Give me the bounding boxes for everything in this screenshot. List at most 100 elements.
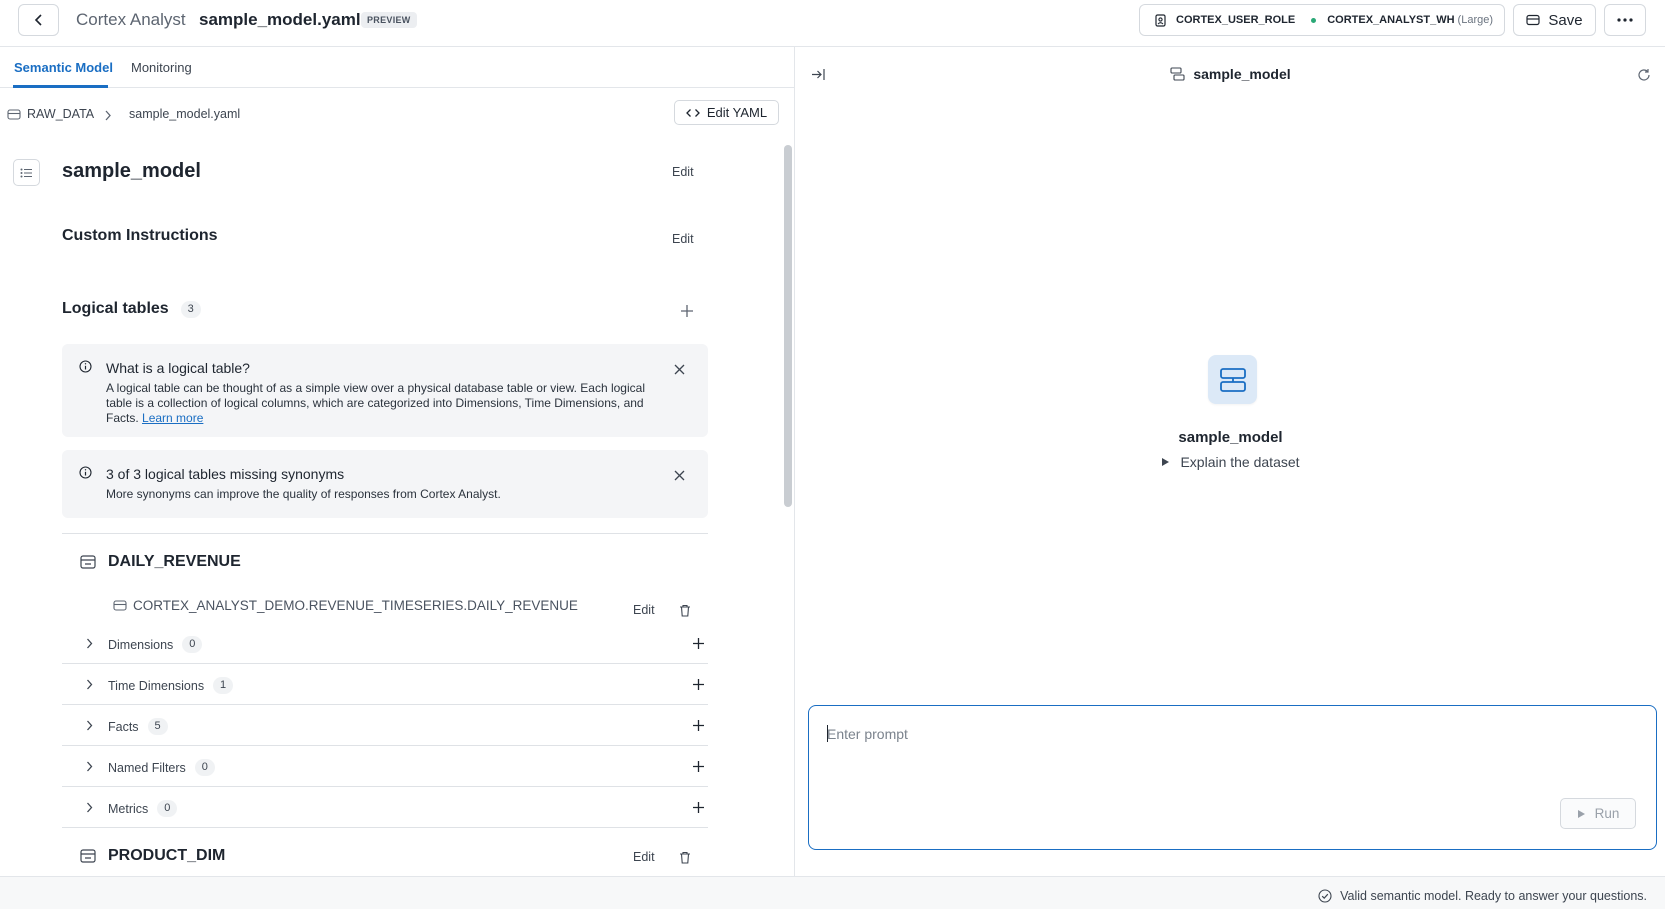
role-warehouse-selector[interactable]: CORTEX_USER_ROLE CORTEX_ANALYST_WH (Larg…	[1139, 4, 1505, 36]
warehouse-size: (Large)	[1457, 14, 1494, 26]
semantic-model-icon	[1170, 67, 1185, 81]
group-named-filters[interactable]: Named Filters 0	[62, 746, 708, 787]
add-logical-table-icon[interactable]	[680, 304, 694, 318]
breadcrumb-file-label: sample_model.yaml	[129, 107, 241, 121]
custom-instructions-title: Custom Instructions	[62, 227, 218, 244]
divider	[62, 533, 708, 534]
edit-daily-revenue-button[interactable]: Edit	[633, 603, 655, 617]
text-caret	[827, 725, 828, 742]
info-icon	[79, 360, 92, 373]
info-body: A logical table can be thought of as a s…	[106, 381, 656, 426]
play-icon	[1577, 809, 1585, 818]
save-button[interactable]: Save	[1513, 4, 1596, 36]
group-label: Named Filters	[108, 760, 186, 775]
group-time-dimensions[interactable]: Time Dimensions 1	[62, 664, 708, 705]
warning-body: More synonyms can improve the quality of…	[106, 487, 501, 501]
status-text: Valid semantic model. Ready to answer yo…	[1340, 889, 1647, 903]
database-icon	[7, 108, 21, 120]
file-name: sample_model.yaml	[199, 10, 361, 29]
table-name: DAILY_REVENUE	[108, 553, 241, 570]
group-count: 5	[147, 718, 168, 735]
group-label: Dimensions	[108, 637, 174, 652]
run-button[interactable]: Run	[1560, 798, 1636, 829]
more-horizontal-icon	[1617, 18, 1633, 22]
prompt-box: Run	[808, 705, 1657, 850]
close-icon[interactable]	[674, 364, 685, 375]
group-facts[interactable]: Facts 5	[62, 705, 708, 746]
chevron-right-icon	[87, 720, 93, 731]
scrollbar-thumb[interactable]	[784, 145, 792, 507]
table-path-label: CORTEX_ANALYST_DEMO.REVENUE_TIMESERIES.D…	[133, 598, 578, 613]
info-title: What is a logical table?	[106, 360, 250, 376]
group-count: 1	[213, 677, 234, 694]
add-metric-icon[interactable]	[692, 801, 705, 814]
edit-model-button[interactable]: Edit	[672, 165, 694, 179]
chat-panel: sample_model sample_model Explain the da…	[796, 47, 1665, 876]
table-of-contents-button[interactable]	[13, 159, 40, 186]
semantic-model-badge	[1208, 355, 1257, 404]
back-button[interactable]	[18, 4, 59, 36]
logical-tables-title: Logical tables	[62, 300, 169, 317]
logical-tables-header: Logical tables 3	[62, 300, 201, 318]
warehouse-name: CORTEX_ANALYST_WH	[1327, 14, 1455, 26]
refresh-icon[interactable]	[1637, 68, 1651, 82]
explain-dataset-button[interactable]: Explain the dataset	[796, 454, 1665, 470]
group-label: Facts	[108, 719, 139, 734]
status-message: Valid semantic model. Ready to answer yo…	[1318, 889, 1647, 903]
logical-table-info-box: What is a logical table? A logical table…	[62, 344, 708, 437]
trash-icon[interactable]	[679, 851, 691, 864]
model-scroll-area[interactable]: sample_model Edit Custom Instructions Ed…	[0, 138, 794, 876]
edit-custom-instructions-button[interactable]: Edit	[672, 232, 694, 246]
database-icon	[113, 600, 127, 611]
info-icon	[79, 466, 92, 479]
save-label: Save	[1548, 11, 1583, 29]
table-icon	[80, 554, 96, 569]
tab-semantic-model[interactable]: Semantic Model	[14, 60, 113, 75]
group-metrics[interactable]: Metrics 0	[62, 787, 708, 828]
edit-product-dim-button[interactable]: Edit	[633, 850, 655, 864]
chevron-right-icon	[87, 802, 93, 813]
add-time-dimension-icon[interactable]	[692, 678, 705, 691]
trash-icon[interactable]	[679, 604, 691, 617]
model-name-heading: sample_model	[1178, 429, 1283, 446]
group-label: Metrics	[108, 801, 149, 816]
learn-more-link[interactable]: Learn more	[142, 411, 203, 425]
more-options-button[interactable]	[1604, 4, 1646, 36]
missing-synonyms-box: 3 of 3 logical tables missing synonyms M…	[62, 450, 708, 518]
edit-yaml-button[interactable]: Edit YAML	[674, 100, 779, 125]
status-bar: Valid semantic model. Ready to answer yo…	[0, 876, 1665, 909]
chevron-right-icon	[87, 679, 93, 690]
warning-title: 3 of 3 logical tables missing synonyms	[106, 466, 345, 482]
tab-monitoring[interactable]: Monitoring	[131, 60, 192, 75]
semantic-model-icon	[1219, 367, 1246, 392]
code-icon	[685, 108, 700, 117]
app-name: Cortex Analyst	[76, 10, 186, 29]
logical-tables-count: 3	[180, 300, 201, 318]
group-count: 0	[194, 759, 215, 776]
add-named-filter-icon[interactable]	[692, 760, 705, 773]
logical-table-product-dim: PRODUCT_DIM	[80, 847, 225, 865]
breadcrumb: RAW_DATA sample_model.yaml Edit YAML	[0, 88, 794, 138]
breadcrumb-database[interactable]: RAW_DATA	[7, 107, 94, 121]
table-name: PRODUCT_DIM	[108, 847, 226, 864]
role-name: CORTEX_USER_ROLE	[1176, 14, 1296, 26]
breadcrumb-file: sample_model.yaml	[129, 107, 240, 121]
add-fact-icon[interactable]	[692, 719, 705, 732]
group-count: 0	[182, 636, 203, 653]
run-label: Run	[1594, 806, 1620, 821]
list-icon	[20, 168, 32, 177]
id-badge-icon	[1155, 13, 1166, 27]
group-dimensions[interactable]: Dimensions 0	[62, 623, 708, 664]
breadcrumb-database-label: RAW_DATA	[27, 107, 95, 121]
model-title: sample_model	[62, 160, 201, 182]
chevron-right-icon	[87, 638, 93, 649]
table-icon	[80, 848, 96, 863]
close-icon[interactable]	[674, 470, 685, 481]
chat-header: sample_model	[796, 66, 1665, 82]
chevron-left-icon	[34, 14, 42, 26]
top-bar: Cortex Analyst sample_model.yaml PREVIEW…	[0, 0, 1665, 47]
chat-title: sample_model	[1193, 66, 1291, 82]
add-dimension-icon[interactable]	[692, 637, 705, 650]
save-icon	[1526, 14, 1540, 26]
prompt-input[interactable]	[827, 722, 1607, 746]
